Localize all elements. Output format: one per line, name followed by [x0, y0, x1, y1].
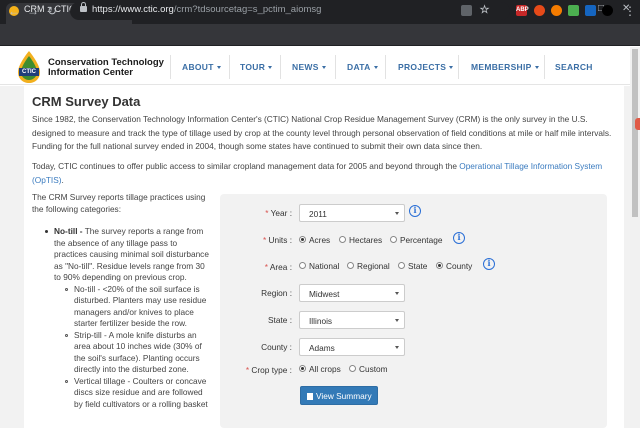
crop-all-radio[interactable] [299, 365, 306, 372]
list-item-notill: No-till - The survey reports a range fro… [32, 226, 212, 284]
county-select[interactable]: Adams [299, 338, 405, 356]
nav-projects[interactable]: PROJECTS [398, 62, 454, 72]
year-label: * Year : [265, 208, 292, 218]
units-hectares-radio[interactable] [339, 236, 346, 243]
address-toolbar [0, 24, 640, 46]
back-button[interactable]: ← [8, 4, 20, 18]
document-icon [307, 393, 313, 400]
chevron-down-icon [321, 66, 326, 70]
crop-custom-radio[interactable] [349, 365, 356, 372]
crop-all-label[interactable]: All crops [309, 364, 341, 374]
scrollbar-thumb[interactable] [632, 49, 638, 217]
chevron-down-icon [373, 66, 378, 70]
page-title: CRM Survey Data [32, 94, 141, 109]
lock-icon [80, 2, 87, 12]
logo-line-2: Information Center [48, 66, 133, 78]
nav-divider [280, 55, 281, 79]
info-icon[interactable]: i [409, 205, 421, 217]
categories-intro: The CRM Survey reports tillage practices… [32, 192, 206, 214]
list-item-notill-sub: No-till - <20% of the soil surface is di… [32, 284, 212, 330]
area-national-label[interactable]: National [309, 261, 339, 271]
region-select[interactable]: Midwest [299, 284, 405, 302]
nav-divider [458, 55, 459, 79]
translate-icon[interactable] [461, 5, 472, 16]
nav-about[interactable]: ABOUT [182, 62, 221, 72]
list-item-striptill: Strip-till - A mole knife disturbs an ar… [32, 330, 212, 376]
year-select[interactable]: 2011 [299, 204, 405, 222]
adblock-icon[interactable]: ABP [516, 5, 529, 16]
chevron-down-icon [449, 66, 454, 70]
profile-avatar-icon[interactable] [602, 5, 613, 16]
units-percentage-radio[interactable] [390, 236, 397, 243]
county-label: County : [261, 342, 292, 352]
logo-short-text: CTIC [22, 69, 36, 75]
info-icon[interactable]: i [453, 232, 465, 244]
extension-cookie-icon[interactable] [551, 5, 562, 16]
region-label: Region : [261, 288, 292, 298]
state-label: State : [268, 315, 292, 325]
units-percentage-label[interactable]: Percentage [400, 235, 442, 245]
area-state-radio[interactable] [398, 262, 405, 269]
forward-button[interactable]: → [27, 4, 39, 18]
crop-type-label: * Crop type : [245, 365, 292, 375]
nav-search[interactable]: SEARCH [555, 62, 593, 72]
reload-button[interactable]: ↻ [47, 4, 57, 18]
nav-membership[interactable]: MEMBERSHIP [471, 62, 539, 72]
logo-text[interactable]: Conservation Technology Information Cent… [48, 58, 164, 77]
nav-divider [229, 55, 230, 79]
crm-filter-form [220, 194, 607, 428]
area-regional-radio[interactable] [347, 262, 354, 269]
chevron-down-icon [534, 66, 539, 70]
extension-green-icon[interactable] [568, 5, 579, 16]
area-regional-label[interactable]: Regional [357, 261, 390, 271]
state-select[interactable]: Illinois [299, 311, 405, 329]
side-widget-tab[interactable] [635, 118, 640, 130]
units-acres-label[interactable]: Acres [309, 235, 330, 245]
crop-custom-label[interactable]: Custom [359, 364, 388, 374]
nav-divider [385, 55, 386, 79]
extension-blue-icon[interactable] [585, 5, 596, 16]
area-label: * Area : [264, 262, 292, 272]
tillage-categories: The CRM Survey reports tillage practices… [32, 192, 212, 410]
nav-divider [170, 55, 171, 79]
nav-tour[interactable]: TOUR [240, 62, 273, 72]
chevron-down-icon [268, 66, 273, 70]
units-label: * Units : [262, 235, 292, 245]
chevron-down-icon [216, 66, 221, 70]
nav-news[interactable]: NEWS [292, 62, 326, 72]
nav-divider [335, 55, 336, 79]
view-summary-button[interactable]: View Summary [300, 386, 378, 405]
area-state-label[interactable]: State [408, 261, 427, 271]
browser-menu-icon[interactable]: ⋮ [624, 4, 636, 18]
units-hectares-label[interactable]: Hectares [349, 235, 382, 245]
nav-data[interactable]: DATA [347, 62, 378, 72]
extension-orange-icon[interactable] [534, 5, 545, 16]
nav-divider [544, 55, 545, 79]
info-icon[interactable]: i [483, 258, 495, 270]
area-county-radio[interactable] [436, 262, 443, 269]
list-item-vertical-tillage: Vertical tillage - Coulters or concave d… [32, 376, 212, 411]
units-acres-radio[interactable] [299, 236, 306, 243]
area-national-radio[interactable] [299, 262, 306, 269]
ctic-logo-icon[interactable] [16, 50, 42, 84]
optis-paragraph: Today, CTIC continues to offer public ac… [32, 161, 603, 185]
area-county-label[interactable]: County [446, 261, 472, 271]
star-icon[interactable]: ☆ [479, 5, 490, 16]
url-text[interactable]: https://www.ctic.org/crm?tdsourcetag=s_p… [92, 4, 321, 15]
intro-paragraph: Since 1982, the Conservation Technology … [32, 114, 612, 151]
